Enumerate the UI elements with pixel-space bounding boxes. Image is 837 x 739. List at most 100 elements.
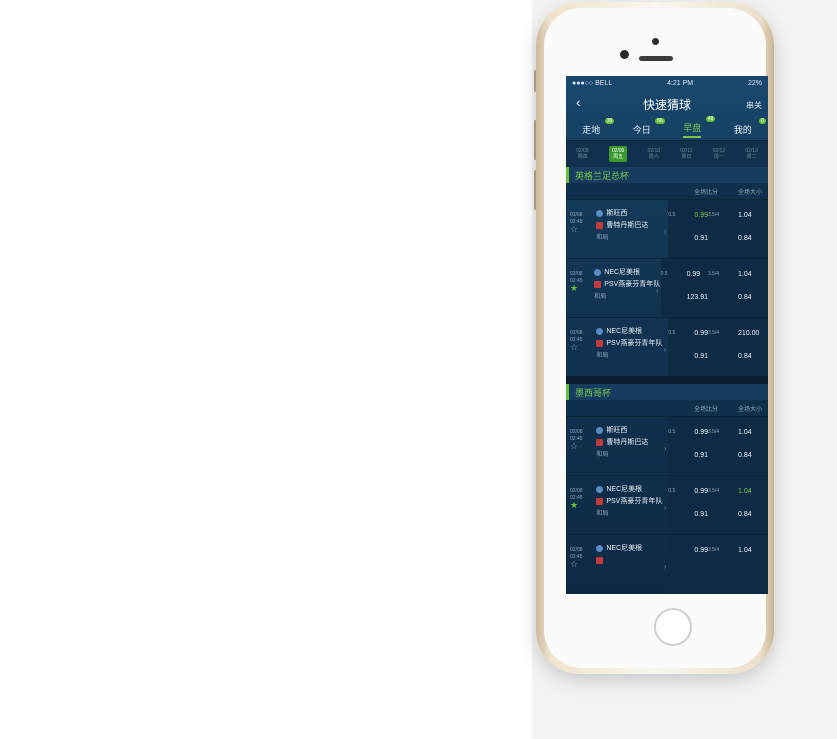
team-crest-icon	[596, 544, 604, 552]
home-button[interactable]	[654, 608, 692, 646]
match-teams[interactable]: NEC尼美根 PSV燕豪芬青年队 和局 ›	[596, 476, 668, 534]
odds-over[interactable]: 1.04	[738, 271, 768, 294]
chevron-right-icon: ›	[663, 444, 667, 453]
odds-grid: 0.99 3.5/4 1.04	[668, 535, 768, 593]
odds-away[interactable]	[694, 574, 708, 594]
match-time: 02/08 02:45 ☆	[566, 318, 596, 376]
odds-grid: 0.5 0.99 3.5/4 1.04 0.91 0.84	[668, 200, 768, 258]
earpiece-speaker	[639, 56, 673, 61]
date-tab[interactable]: 02/10 周六	[648, 148, 661, 160]
team-crest-icon	[594, 280, 602, 288]
status-bar: ●●●○○ BELL 4:21 PM 22%	[566, 76, 768, 90]
battery: 22%	[747, 79, 762, 87]
tab-live[interactable]: 走地 36	[582, 117, 615, 136]
match-time: 02/08 02:45 ★	[566, 259, 594, 317]
date-tab[interactable]: 02/11 周日	[680, 148, 692, 160]
date-tab[interactable]: 02/13 周二	[745, 148, 758, 160]
match-teams[interactable]: 斯旺西 曹特丹斯巴达 和局 ›	[596, 417, 668, 475]
date-tab[interactable]: 02/08 周四	[576, 148, 589, 160]
odds-over[interactable]: 210.00	[738, 330, 768, 353]
tab-early[interactable]: 早盘 48	[683, 115, 716, 138]
parlay-button[interactable]: 串关	[746, 100, 762, 111]
odds-under[interactable]: 0.84	[738, 294, 768, 317]
favorite-star-icon[interactable]: ★	[570, 284, 594, 293]
odds-under[interactable]: 0.84	[738, 452, 768, 475]
odds-under[interactable]: 0.84	[738, 235, 768, 258]
tab-bar: 走地 36 今日 56 早盘 48 我的 0	[566, 115, 768, 141]
odds-under[interactable]	[738, 574, 768, 594]
team-crest-icon	[596, 556, 604, 564]
page-title: 快速猜球	[642, 97, 691, 112]
chevron-right-icon: ›	[663, 227, 667, 236]
odds-under[interactable]: 0.84	[738, 511, 768, 534]
team-crest-icon	[596, 221, 604, 229]
odds-away[interactable]: 0.91	[694, 511, 708, 534]
team-crest-icon	[596, 327, 604, 335]
camera-icon	[652, 38, 659, 45]
team-crest-icon	[596, 485, 604, 493]
tab-today[interactable]: 今日 56	[633, 117, 665, 136]
date-strip: 02/08 周四 02/09 周五 02/10 周六 02/11 周日 02/12 周一 02/13…	[566, 141, 768, 167]
match-row[interactable]: 02/08 02:45 ☆ 斯旺西 曹特丹斯巴达 和局 › 0.5 0.99 3.5/4 1.04 0…	[566, 199, 768, 258]
match-row[interactable]: 02/08 02:45 ☆ NEC尼美根 PSV燕豪芬青年队 和局 › 0.5 0.99 3.5/…	[566, 317, 768, 376]
nav-bar: ‹ 快速猜球 串关	[566, 90, 768, 118]
odds-under[interactable]: 0.84	[738, 353, 768, 376]
match-time: 02/08 02:45 ☆	[566, 417, 596, 475]
odds-home[interactable]: 0.99	[687, 271, 708, 294]
odds-away[interactable]: 0.91	[694, 235, 708, 258]
match-row[interactable]: 02/08 02:45 ☆ 斯旺西 曹特丹斯巴达 和局 › 0.5 0.99 3.5/4 1.04 0…	[566, 416, 768, 475]
match-row[interactable]: 02/08 02:45 ★ NEC尼美根 PSV燕豪芬青年队 和局 › 0.5 0.99 3.5/…	[566, 475, 768, 534]
favorite-star-icon[interactable]: ☆	[570, 560, 596, 569]
odds-home[interactable]: 0.99	[694, 547, 708, 574]
odds-away[interactable]: 0.91	[694, 452, 708, 475]
odds-over[interactable]: 1.04	[738, 429, 768, 452]
odds-grid: 0.5 0.99 3.5/4 1.04 123.91 0.84	[660, 259, 768, 317]
odds-grid: 0.5 0.99 3.5/4 1.04 0.91 0.84	[668, 417, 768, 475]
tab-mine[interactable]: 我的 0	[734, 117, 766, 136]
match-teams[interactable]: NEC尼美根 PSV燕豪芬青年队 和局 ›	[596, 318, 668, 376]
team-crest-icon	[596, 209, 604, 217]
team-crest-icon	[596, 497, 604, 505]
team-crest-icon	[594, 268, 602, 276]
odds-away[interactable]: 123.91	[687, 294, 708, 317]
clock: 4:21 PM	[667, 79, 694, 87]
team-crest-icon	[596, 438, 604, 446]
date-tab[interactable]: 02/09 周五	[608, 146, 628, 162]
team-crest-icon	[596, 339, 604, 347]
date-tab[interactable]: 02/12 周一	[713, 148, 726, 160]
carrier: ●●●○○ BELL	[572, 79, 613, 87]
odds-home[interactable]: 0.99	[694, 212, 708, 235]
odds-over[interactable]: 1.04	[738, 488, 768, 511]
market-header: 全场比分 全场大小	[566, 183, 768, 199]
chevron-right-icon: ›	[663, 345, 667, 354]
odds-over[interactable]: 1.04	[738, 212, 768, 235]
league-divider	[566, 376, 768, 384]
odds-home[interactable]: 0.99	[694, 488, 708, 511]
chevron-right-icon: ›	[663, 562, 667, 571]
front-camera-icon	[620, 50, 629, 59]
league-header[interactable]: 墨西哥杯	[566, 384, 768, 400]
odds-grid: 0.5 0.99 3.5/4 1.04 0.91 0.84	[668, 476, 768, 534]
odds-over[interactable]: 1.04	[738, 547, 768, 574]
match-row[interactable]: 02/08 02:45 ★ NEC尼美根 PSV燕豪芬青年队 和局 › 0.5 0.99 3.5/…	[566, 258, 768, 317]
odds-away[interactable]: 0.91	[694, 353, 708, 376]
match-time: 02/08 02:45 ★	[566, 476, 596, 534]
app-screen: ●●●○○ BELL 4:21 PM 22% ‹ 快速猜球 串关 走地 36 今日…	[566, 76, 768, 594]
odds-grid: 0.5 0.99 3.5/4 210.00 0.91 0.84	[668, 318, 768, 376]
odds-home[interactable]: 0.99	[694, 429, 708, 452]
favorite-star-icon[interactable]: ☆	[570, 225, 596, 234]
favorite-star-icon[interactable]: ☆	[570, 343, 596, 352]
match-time: 02/08 02:45 ☆	[566, 535, 596, 593]
back-icon[interactable]: ‹	[576, 94, 581, 110]
chevron-right-icon: ›	[655, 286, 659, 295]
match-row[interactable]: 02/08 02:45 ☆ NEC尼美根 › 0.99 3.5/4 1.04	[566, 534, 768, 593]
league-header[interactable]: 英格兰足总杯	[566, 167, 768, 183]
match-teams[interactable]: NEC尼美根 ›	[596, 535, 668, 593]
chevron-right-icon: ›	[663, 503, 667, 512]
favorite-star-icon[interactable]: ★	[570, 501, 596, 510]
match-teams[interactable]: NEC尼美根 PSV燕豪芬青年队 和局 ›	[594, 259, 660, 317]
team-crest-icon	[596, 426, 604, 434]
odds-home[interactable]: 0.99	[694, 330, 708, 353]
match-teams[interactable]: 斯旺西 曹特丹斯巴达 和局 ›	[596, 200, 668, 258]
favorite-star-icon[interactable]: ☆	[570, 442, 596, 451]
